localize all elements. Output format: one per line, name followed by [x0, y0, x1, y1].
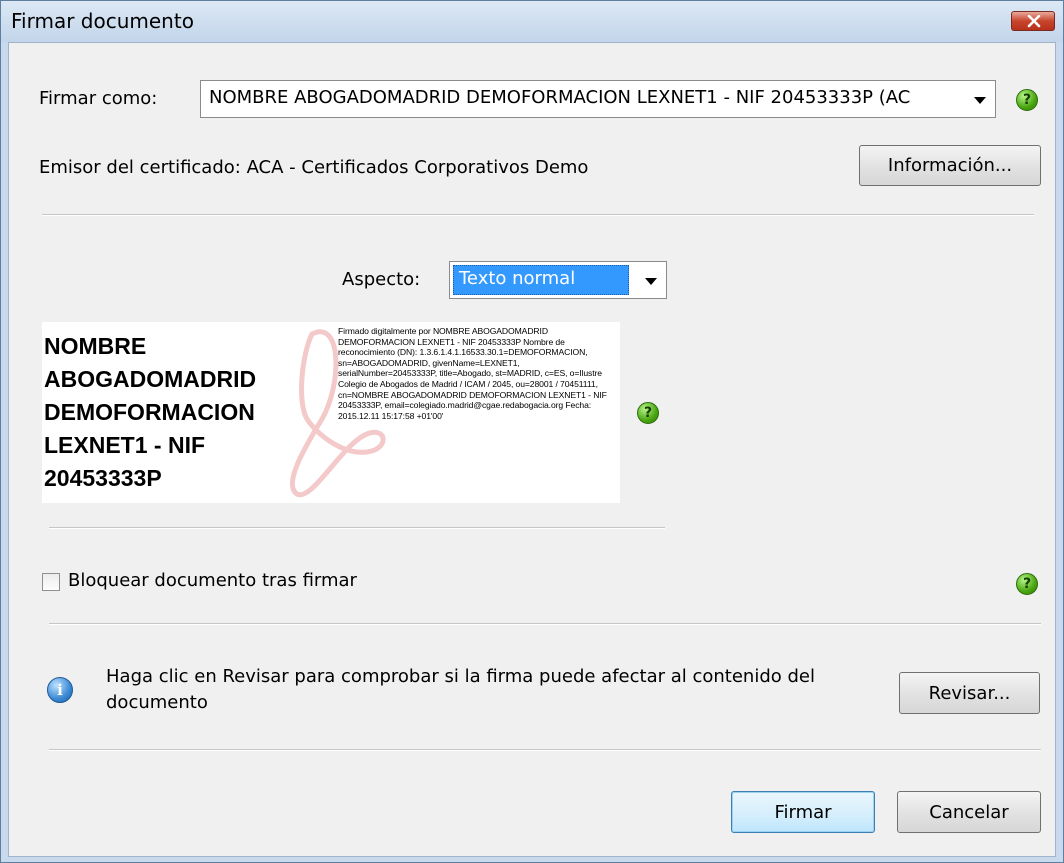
sign-as-value: NOMBRE ABOGADOMADRID DEMOFORMACION LEXNE…	[209, 87, 911, 108]
appearance-label: Aspecto:	[342, 269, 421, 290]
help-icon[interactable]: ?	[637, 402, 659, 424]
help-icon[interactable]: ?	[1016, 89, 1038, 111]
dialog-window: Firmar documento Firmar como: NOMBRE ABO…	[0, 0, 1064, 863]
separator	[49, 527, 665, 529]
sign-as-select[interactable]: NOMBRE ABOGADOMADRID DEMOFORMACION LEXNE…	[200, 80, 996, 118]
help-icon[interactable]: ?	[1016, 573, 1038, 595]
cancel-button[interactable]: Cancelar	[897, 791, 1041, 833]
signature-preview: NOMBRE ABOGADOMADRID DEMOFORMACION LEXNE…	[42, 322, 620, 503]
lock-document-label[interactable]: Bloquear documento tras firmar	[68, 570, 357, 591]
title-bar[interactable]: Firmar documento	[1, 1, 1063, 42]
appearance-value: Texto normal	[459, 268, 576, 289]
review-message: Haga clic en Revisar para comprobar si l…	[106, 666, 816, 713]
review-button[interactable]: Revisar...	[899, 672, 1040, 714]
appearance-select[interactable]: Texto normal	[449, 261, 667, 299]
signature-details: Firmado digitalmente por NOMBRE ABOGADOM…	[338, 326, 607, 421]
window-title: Firmar documento	[11, 9, 194, 33]
chevron-down-icon[interactable]	[964, 82, 994, 116]
separator	[49, 623, 1041, 625]
dialog-content: Firmar como: NOMBRE ABOGADOMADRID DEMOFO…	[8, 42, 1056, 857]
sign-button[interactable]: Firmar	[731, 791, 875, 833]
signature-name: NOMBRE ABOGADOMADRID DEMOFORMACION LEXNE…	[44, 333, 257, 491]
information-button[interactable]: Información...	[859, 145, 1041, 186]
info-icon: i	[47, 677, 73, 703]
sign-as-label: Firmar como:	[39, 88, 158, 109]
lock-document-checkbox[interactable]	[42, 573, 60, 591]
issuer-text: Emisor del certificado: ACA - Certificad…	[39, 157, 589, 178]
separator	[49, 749, 1041, 751]
close-button[interactable]	[1011, 11, 1055, 31]
close-icon	[1027, 15, 1041, 28]
chevron-down-icon[interactable]	[635, 263, 665, 297]
separator	[42, 214, 1034, 216]
